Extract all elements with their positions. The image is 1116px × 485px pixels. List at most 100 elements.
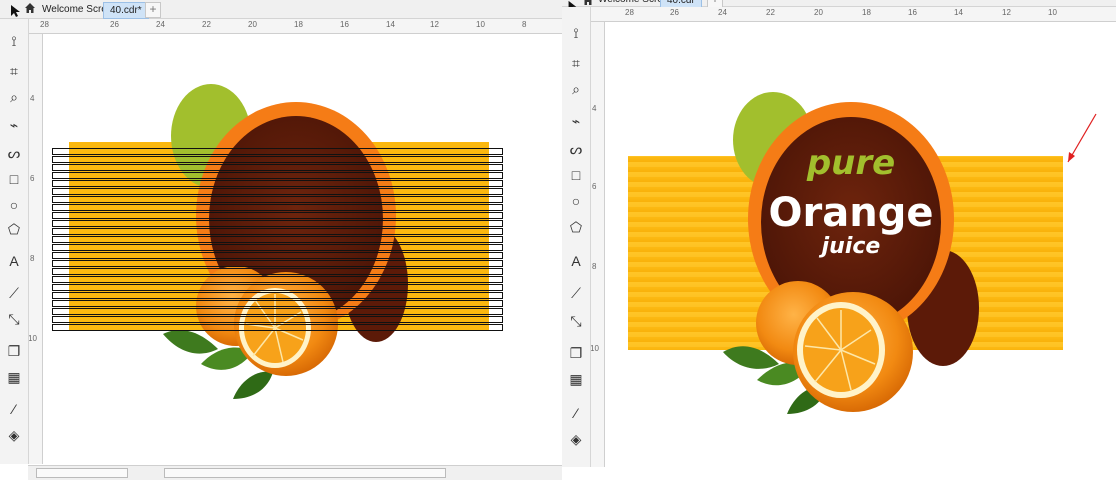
crop-tool-icon[interactable]: ⌗ — [4, 61, 24, 81]
annotation-arrowhead — [1068, 152, 1075, 162]
parallel-dimension-icon[interactable]: ⟋ — [4, 283, 24, 303]
interactive-fill-icon[interactable]: ◈ — [4, 425, 24, 445]
transparency-icon[interactable]: ▦ — [566, 369, 586, 389]
ruler-tick-label: 20 — [248, 20, 257, 29]
home-icon[interactable] — [24, 2, 36, 14]
leaf — [233, 371, 273, 399]
left-window: Welcome Screen 40.cdr* + 28 26 24 22 20 … — [0, 0, 562, 485]
stripe-rectangle[interactable] — [52, 212, 503, 219]
stripe-rectangle[interactable] — [52, 276, 503, 283]
new-tab-button[interactable]: + — [145, 2, 161, 18]
drawing-canvas[interactable] — [43, 34, 562, 464]
drawing-canvas[interactable]: pure Orange juice — [605, 22, 1116, 467]
interactive-fill-icon[interactable]: ◈ — [566, 429, 586, 449]
ruler-tick-label: 4 — [30, 94, 35, 103]
ruler-tick-label: 28 — [40, 20, 49, 29]
stripe-rectangle[interactable] — [52, 188, 503, 195]
connector-tool-icon[interactable]: ⤡ — [566, 311, 586, 331]
zoom-tool-icon[interactable]: ⌕ — [566, 79, 586, 99]
polygon-tool-icon[interactable]: ⬠ — [566, 217, 586, 237]
stripe-rectangle[interactable] — [52, 244, 503, 251]
ruler-tick-label: 8 — [522, 20, 527, 29]
ruler-tick-label: 22 — [766, 8, 775, 17]
freehand-tool-icon[interactable]: ⌁ — [4, 115, 24, 135]
right-window: Welcome Screen 40.cdr + 28 26 24 22 20 1… — [562, 0, 1116, 485]
ruler-tick-label: 18 — [862, 8, 871, 17]
connector-tool-icon[interactable]: ⤡ — [4, 309, 24, 329]
freehand-tool-icon[interactable]: ⌁ — [566, 111, 586, 131]
stripe-rectangle[interactable] — [52, 156, 503, 163]
stripe-rectangle[interactable] — [52, 308, 503, 315]
drop-shadow-icon[interactable]: ❐ — [4, 341, 24, 361]
label-pure-text: pure — [806, 143, 896, 183]
stripe-rectangle[interactable] — [52, 268, 503, 275]
ruler-tick-label: 26 — [670, 8, 679, 17]
vertical-ruler[interactable]: 4 6 8 10 — [590, 22, 605, 467]
eyedropper-icon[interactable]: ⁄ — [566, 403, 586, 423]
ellipse-tool-icon[interactable]: ○ — [566, 191, 586, 211]
stripe-rectangle[interactable] — [52, 300, 503, 307]
ruler-tick-label: 16 — [908, 8, 917, 17]
ellipse-tool-icon[interactable]: ○ — [4, 195, 24, 215]
transparency-icon[interactable]: ▦ — [4, 367, 24, 387]
eyedropper-icon[interactable]: ⁄ — [4, 399, 24, 419]
rectangle-tool-icon[interactable]: □ — [4, 169, 24, 189]
ruler-tick-label: 18 — [294, 20, 303, 29]
stripe-rectangle[interactable] — [52, 172, 503, 179]
page-navigator[interactable] — [36, 468, 128, 478]
text-tool-icon[interactable]: A — [4, 251, 24, 271]
document-tab-bar: Welcome Screen 40.cdr + — [562, 0, 1116, 9]
stripe-rectangle[interactable] — [52, 316, 503, 323]
drop-shadow-icon[interactable]: ❐ — [566, 343, 586, 363]
horizontal-ruler[interactable]: 28 26 24 22 20 18 16 14 12 10 — [590, 7, 1116, 22]
status-bar — [28, 465, 562, 480]
rectangle-tool-icon[interactable]: □ — [566, 165, 586, 185]
pick-cursor-icon — [11, 5, 20, 17]
ruler-tick-label: 26 — [110, 20, 119, 29]
ruler-tick-label: 22 — [202, 20, 211, 29]
shape-tool-icon[interactable]: ⟟ — [566, 23, 586, 43]
stripe-rectangle[interactable] — [52, 236, 503, 243]
stripe-rectangle[interactable] — [52, 180, 503, 187]
ruler-tick-label: 20 — [814, 8, 823, 17]
stripe-rectangle[interactable] — [52, 284, 503, 291]
horizontal-scrollbar[interactable] — [164, 468, 446, 478]
stripe-rectangle[interactable] — [52, 228, 503, 235]
document-tab-bar: Welcome Screen 40.cdr* + — [0, 0, 562, 19]
parallel-dimension-icon[interactable]: ⟋ — [566, 283, 586, 303]
stripe-rectangles-group[interactable] — [52, 148, 503, 332]
ruler-tick-label: 12 — [1002, 8, 1011, 17]
artistic-media-icon[interactable]: ᔕ — [566, 139, 586, 159]
stripe-rectangle[interactable] — [52, 324, 503, 331]
stripe-rectangle[interactable] — [52, 292, 503, 299]
label-juice-text: juice — [821, 234, 881, 259]
ruler-tick-label: 12 — [430, 20, 439, 29]
ruler-tick-label: 28 — [625, 8, 634, 17]
ruler-tick-label: 14 — [386, 20, 395, 29]
stripe-rectangle[interactable] — [52, 164, 503, 171]
stripe-rectangle[interactable] — [52, 148, 503, 155]
ruler-tick-label: 8 — [592, 262, 597, 271]
text-tool-icon[interactable]: A — [566, 251, 586, 271]
ruler-tick-label: 14 — [954, 8, 963, 17]
shape-tool-icon[interactable]: ⟟ — [4, 31, 24, 51]
crop-tool-icon[interactable]: ⌗ — [566, 53, 586, 73]
ruler-tick-label: 16 — [340, 20, 349, 29]
ruler-tick-label: 10 — [476, 20, 485, 29]
ruler-tick-label: 24 — [718, 8, 727, 17]
toolbox: ⟟ ⌗ ⌕ ⌁ ᔕ □ ○ ⬠ A ⟋ ⤡ ❐ ▦ ⁄ ◈ — [0, 19, 29, 464]
artistic-media-icon[interactable]: ᔕ — [4, 143, 24, 163]
stripe-rectangle[interactable] — [52, 196, 503, 203]
horizontal-ruler[interactable]: 28 26 24 22 20 18 16 14 12 10 8 — [28, 19, 562, 34]
stripe-rectangle[interactable] — [52, 204, 503, 211]
zoom-tool-icon[interactable]: ⌕ — [4, 87, 24, 107]
stripe-rectangle[interactable] — [52, 252, 503, 259]
stripe-rectangle[interactable] — [52, 220, 503, 227]
ruler-tick-label: 4 — [592, 104, 597, 113]
tab-document[interactable]: 40.cdr* — [103, 2, 149, 19]
stripe-rectangle[interactable] — [52, 260, 503, 267]
vertical-ruler[interactable]: 4 6 8 10 — [28, 34, 43, 464]
ruler-tick-label: 8 — [30, 254, 35, 263]
polygon-tool-icon[interactable]: ⬠ — [4, 219, 24, 239]
ruler-tick-label: 10 — [590, 344, 599, 353]
